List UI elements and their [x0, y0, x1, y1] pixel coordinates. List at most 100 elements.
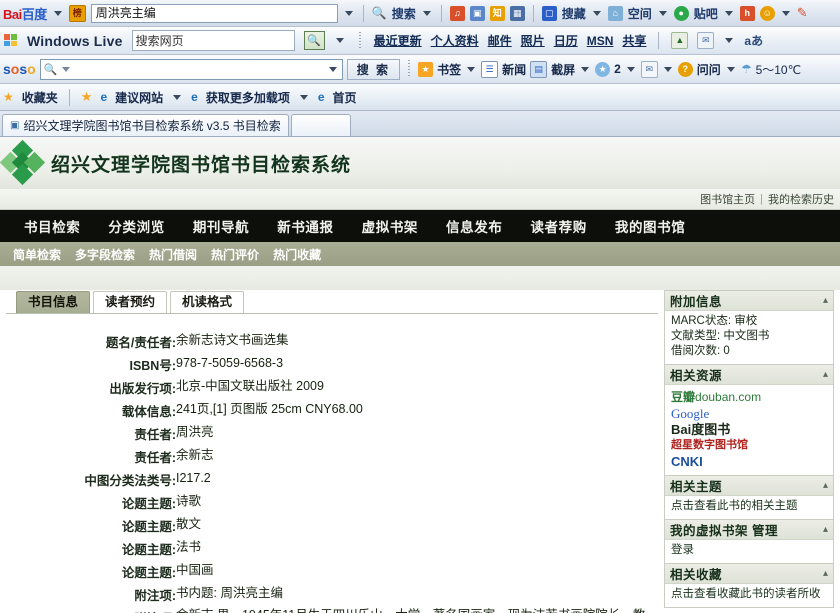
douban-logo[interactable]: 豆瓣 douban.com: [671, 390, 827, 404]
chaoxing-logo[interactable]: 超星数字图书馆: [671, 438, 827, 452]
new-tab-button[interactable]: [290, 114, 351, 136]
subnav-item-popular-favorites[interactable]: 热门收藏: [266, 246, 328, 263]
windows-live-search-input[interactable]: 搜索网页: [131, 30, 295, 51]
home-icon[interactable]: ⌂: [607, 5, 623, 21]
baidu-search-input[interactable]: 周洪亮主编: [90, 3, 338, 23]
chevron-down-icon[interactable]: [663, 66, 672, 72]
panel-header[interactable]: 相关资源 ▴: [665, 365, 833, 385]
video-icon[interactable]: ▦: [509, 5, 525, 21]
nav-item-announcements[interactable]: 信息发布: [432, 216, 516, 236]
chevron-down-icon[interactable]: [299, 94, 308, 100]
chevron-up-icon[interactable]: ▴: [823, 295, 828, 306]
chevron-down-icon[interactable]: [592, 10, 601, 16]
soso-history-dropdown-icon[interactable]: [328, 66, 337, 72]
chevron-up-icon[interactable]: ▴: [823, 568, 828, 579]
music-icon[interactable]: ♫: [449, 5, 465, 21]
nav-item-new-books[interactable]: 新书通报: [263, 216, 347, 236]
wl-link-profile[interactable]: 个人资料: [431, 32, 479, 49]
chevron-up-icon[interactable]: ▴: [823, 524, 828, 535]
rank-icon[interactable]: 榜: [68, 4, 86, 22]
nav-item-journal-nav[interactable]: 期刊导航: [179, 216, 263, 236]
chevron-up-icon[interactable]: ▴: [823, 480, 828, 491]
map-icon[interactable]: ▲: [671, 32, 689, 49]
get-more-addons-button[interactable]: 获取更多加载项: [206, 89, 290, 106]
baidu-search-button[interactable]: 搜索: [392, 5, 416, 22]
chevron-down-icon[interactable]: [724, 10, 733, 16]
pencil-icon[interactable]: ✎: [797, 5, 808, 21]
chevron-down-icon[interactable]: [581, 66, 590, 72]
chevron-down-icon[interactable]: [62, 66, 71, 72]
wl-link-photos[interactable]: 照片: [521, 32, 545, 49]
nav-item-reader-recommend[interactable]: 读者荐购: [516, 216, 600, 236]
wl-link-mail[interactable]: 邮件: [488, 32, 512, 49]
search-go-icon[interactable]: 🔍: [303, 31, 325, 50]
favorites-star-icon[interactable]: ★: [3, 90, 14, 104]
library-home-link[interactable]: 图书馆主页: [700, 191, 755, 207]
suggested-sites-button[interactable]: 建议网站: [115, 89, 163, 106]
chevron-down-icon[interactable]: [725, 38, 734, 43]
baidu-book-logo[interactable]: Bai度图书: [671, 422, 827, 437]
panel-header[interactable]: 我的虚拟书架 管理 ▴: [665, 520, 833, 540]
chevron-down-icon[interactable]: [781, 10, 790, 16]
panel-header[interactable]: 附加信息 ▴: [665, 291, 833, 311]
baidu-space-button[interactable]: 空间: [628, 5, 652, 22]
gift-icon[interactable]: ★: [595, 61, 611, 77]
search-history-link[interactable]: 我的检索历史: [768, 191, 834, 207]
star-icon[interactable]: ★: [418, 61, 434, 77]
nav-item-catalog-search[interactable]: 书目检索: [10, 216, 94, 236]
panel-header[interactable]: 相关主题 ▴: [665, 476, 833, 496]
star-add-icon[interactable]: ★: [81, 89, 93, 105]
subnav-item-multifield-search[interactable]: 多字段检索: [68, 246, 142, 263]
panel-header[interactable]: 相关收藏 ▴: [665, 564, 833, 584]
wl-link-share[interactable]: 共享: [622, 32, 646, 49]
chevron-down-icon[interactable]: [658, 10, 667, 16]
soso-gift-count[interactable]: 2: [614, 62, 621, 76]
envelope-icon[interactable]: ✉: [640, 60, 658, 78]
news-icon[interactable]: ☰: [481, 60, 499, 78]
wl-link-recent[interactable]: 最近更新: [374, 32, 422, 49]
nav-item-virtual-shelf[interactable]: 虚拟书架: [348, 216, 432, 236]
wl-link-msn[interactable]: MSN: [587, 34, 614, 48]
homepage-button[interactable]: 首页: [333, 89, 357, 106]
favorites-button[interactable]: 收藏夹: [22, 89, 58, 106]
wl-link-calendar[interactable]: 日历: [554, 32, 578, 49]
chevron-down-icon[interactable]: [467, 66, 476, 72]
mail-icon[interactable]: ✉: [697, 32, 715, 49]
cnki-logo[interactable]: CNKI: [671, 454, 827, 469]
chevron-down-icon[interactable]: [173, 94, 182, 100]
baidu-logo[interactable]: Bai百度: [3, 4, 47, 23]
screenshot-icon[interactable]: ▤: [530, 60, 548, 78]
soso-wenwen-button[interactable]: 问问: [697, 61, 721, 78]
subnav-item-simple-search[interactable]: 简单检索: [6, 246, 68, 263]
hi-icon[interactable]: h: [739, 5, 755, 21]
nav-item-my-library[interactable]: 我的图书馆: [601, 216, 700, 236]
tab-reader-reservation[interactable]: 读者预约: [93, 291, 168, 313]
subnav-item-popular-rating[interactable]: 热门评价: [204, 246, 266, 263]
soso-logo[interactable]: soso: [3, 61, 36, 77]
zhidao-icon[interactable]: 知: [489, 5, 505, 21]
chevron-down-icon[interactable]: [53, 10, 62, 16]
chat-icon[interactable]: ●: [673, 5, 689, 21]
tab-marc-format[interactable]: 机读格式: [170, 291, 245, 313]
soso-weather-temp[interactable]: 5～10℃: [756, 61, 802, 78]
translate-icon[interactable]: aあ: [744, 32, 763, 49]
related-collections-link[interactable]: 点击查看收藏此书的读者所收: [671, 588, 821, 600]
related-subjects-link[interactable]: 点击查看此书的相关主题: [671, 500, 798, 512]
soso-news-button[interactable]: 新闻: [502, 61, 526, 78]
nav-item-category-browse[interactable]: 分类浏览: [94, 216, 178, 236]
book-icon[interactable]: ▢: [541, 5, 557, 21]
browser-tab-active[interactable]: ▣ 绍兴文理学院图书馆书目检索系统 v3.5 书目检索: [2, 114, 289, 136]
chevron-up-icon[interactable]: ▴: [823, 369, 828, 380]
soso-search-button[interactable]: 搜 索: [346, 58, 401, 80]
question-icon[interactable]: ?: [677, 61, 693, 77]
baidu-search-dropdown-icon[interactable]: [344, 10, 353, 16]
tab-bibliographic-info[interactable]: 书目信息: [16, 291, 91, 313]
chevron-down-icon[interactable]: [626, 66, 635, 72]
soso-bookmark-button[interactable]: 书签: [437, 61, 461, 78]
baidu-tieba-button[interactable]: 贴吧: [694, 5, 718, 22]
chevron-down-icon[interactable]: [726, 66, 735, 72]
chevron-down-icon[interactable]: [335, 38, 344, 43]
picture-icon[interactable]: ▣: [469, 5, 485, 21]
chevron-down-icon[interactable]: [422, 10, 431, 16]
subnav-item-popular-borrow[interactable]: 热门借阅: [142, 246, 204, 263]
